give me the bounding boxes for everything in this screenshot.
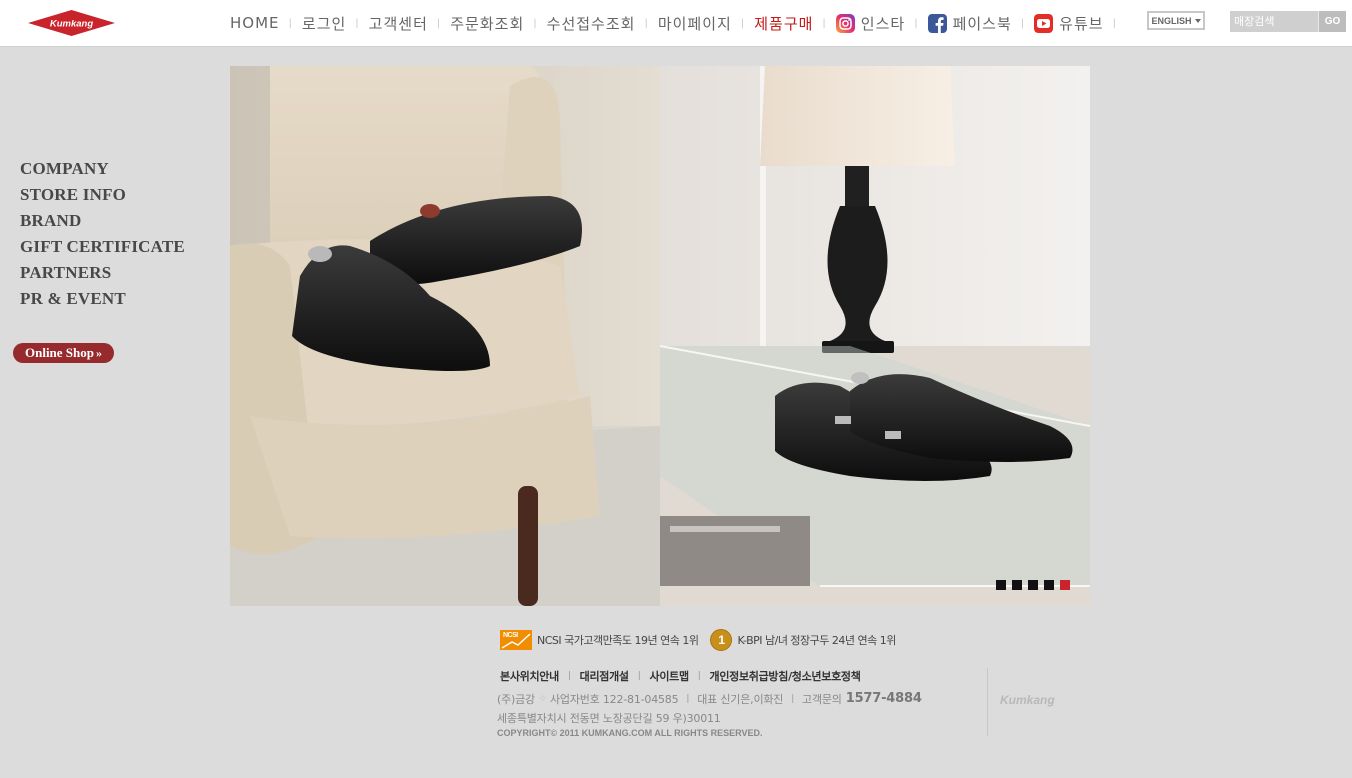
hero-slider bbox=[230, 66, 1090, 606]
slider-dot[interactable] bbox=[1044, 580, 1054, 590]
side-menu-company[interactable]: COMPANY bbox=[20, 157, 185, 183]
nav-facebook-label: 페이스북 bbox=[952, 14, 1012, 33]
nav-order-lookup[interactable]: 주문화조회 bbox=[450, 13, 524, 34]
footer-divider: | bbox=[637, 671, 641, 681]
side-menu-brand[interactable]: BRAND bbox=[20, 209, 185, 235]
double-chevron-right-icon: » bbox=[96, 345, 102, 360]
nav-youtube[interactable]: 유튜브 bbox=[1034, 13, 1103, 34]
nav-divider: | bbox=[288, 17, 293, 29]
ncsi-award-text: NCSI 국가고객만족도 19년 연속 1위 bbox=[537, 634, 699, 647]
nav-login[interactable]: 로그인 bbox=[302, 13, 346, 34]
company-info: (주)금강 ✧ 사업자번호 122-81-04585 | 대표 신기은,이화진 … bbox=[497, 689, 922, 727]
company-address: 세종특별자치시 전동면 노장공단길 59 우)30011 bbox=[497, 711, 721, 725]
side-menu-store-info[interactable]: STORE INFO bbox=[20, 183, 185, 209]
footer-divider: | bbox=[697, 671, 701, 681]
footer-link-hq-location[interactable]: 본사위치안내 bbox=[500, 668, 559, 684]
side-menu-gift-certificate[interactable]: GIFT CERTIFICATE bbox=[20, 235, 185, 261]
slider-pagination bbox=[996, 580, 1070, 590]
instagram-icon bbox=[835, 13, 855, 33]
store-search: GO bbox=[1230, 11, 1346, 32]
company-name: (주)금강 bbox=[497, 692, 535, 706]
phone-label: 고객문의 bbox=[802, 692, 842, 706]
slider-dot[interactable] bbox=[996, 580, 1006, 590]
hero-image bbox=[230, 66, 1090, 606]
footer-link-privacy-policy[interactable]: 개인정보취급방침/청소년보호정책 bbox=[710, 668, 861, 684]
ncsi-badge-icon: NCSI bbox=[500, 630, 532, 650]
nav-divider: | bbox=[644, 17, 649, 29]
kbpi-medal-icon: 1 bbox=[710, 629, 733, 651]
footer-divider-vertical bbox=[987, 668, 988, 736]
hero-right-panel bbox=[659, 66, 1090, 606]
nav-repair-lookup[interactable]: 수선접수조회 bbox=[547, 13, 636, 34]
side-menu-partners[interactable]: PARTNERS bbox=[20, 261, 185, 287]
side-menu: COMPANY STORE INFO BRAND GIFT CERTIFICAT… bbox=[20, 157, 185, 313]
info-divider: | bbox=[791, 693, 795, 704]
nav-instagram[interactable]: 인스타 bbox=[835, 13, 906, 34]
nav-divider: | bbox=[533, 17, 538, 29]
ceo-names: 대표 신기은,이화진 bbox=[697, 692, 784, 706]
nav-mypage[interactable]: 마이페이지 bbox=[658, 13, 732, 34]
slider-dot[interactable] bbox=[1028, 580, 1038, 590]
nav-divider: | bbox=[914, 17, 919, 29]
hero-left-panel bbox=[230, 66, 660, 606]
footer-divider: | bbox=[567, 671, 571, 681]
nav-home[interactable]: HOME bbox=[230, 14, 280, 32]
phone-number: 1577-4884 bbox=[845, 691, 922, 706]
copyright: COPYRIGHT© 2011 KUMKANG.COM ALL RIGHTS R… bbox=[497, 728, 763, 738]
search-go-button[interactable]: GO bbox=[1318, 11, 1346, 32]
slider-dot-active[interactable] bbox=[1060, 580, 1070, 590]
footer-links: 본사위치안내 | 대리점개설 | 사이트맵 | 개인정보취급방침/청소년보호정책 bbox=[500, 668, 861, 684]
nav-instagram-label: 인스타 bbox=[860, 14, 906, 33]
logo-text: Kumkang bbox=[50, 19, 93, 30]
facebook-icon bbox=[927, 13, 947, 33]
nav-divider: | bbox=[822, 17, 827, 29]
online-shop-label: Online Shop bbox=[24, 345, 94, 360]
language-label: ENGLISH bbox=[1151, 15, 1192, 26]
footer-link-sitemap[interactable]: 사이트맵 bbox=[650, 668, 690, 684]
awards-row: NCSI NCSI 국가고객만족도 19년 연속 1위 1 K-BPI 남/녀 … bbox=[500, 628, 896, 652]
nav-customer-center[interactable]: 고객센터 bbox=[369, 13, 428, 34]
business-number: 사업자번호 122-81-04585 bbox=[549, 692, 679, 706]
footer-link-dealership[interactable]: 대리점개설 bbox=[580, 668, 629, 684]
kbpi-award-text: K-BPI 남/녀 정장구두 24년 연속 1위 bbox=[737, 634, 896, 647]
diamond-icon: ✧ bbox=[537, 692, 547, 705]
language-select[interactable]: ENGLISH bbox=[1147, 11, 1205, 30]
nav-divider: | bbox=[1020, 17, 1026, 29]
nav-facebook[interactable]: 페이스북 bbox=[927, 13, 1012, 34]
nav-divider: | bbox=[355, 17, 360, 29]
nav-divider: | bbox=[436, 17, 442, 29]
store-search-input[interactable] bbox=[1230, 11, 1318, 32]
online-shop-button[interactable]: Online Shop» bbox=[13, 343, 114, 363]
nav-divider: | bbox=[1112, 17, 1117, 29]
footer-logo: Kumkang bbox=[1000, 693, 1055, 707]
chevron-down-icon bbox=[1194, 18, 1201, 23]
youtube-icon bbox=[1034, 13, 1054, 33]
nav-product-purchase[interactable]: 제품구매 bbox=[754, 13, 813, 34]
slider-dot[interactable] bbox=[1012, 580, 1022, 590]
top-bar: Kumkang HOME | 로그인 | 고객센터 | 주문화조회 | 수선접수… bbox=[0, 0, 1352, 47]
info-divider: | bbox=[686, 693, 690, 704]
side-menu-pr-event[interactable]: PR & EVENT bbox=[20, 287, 185, 313]
main-nav: HOME | 로그인 | 고객센터 | 주문화조회 | 수선접수조회 | 마이페… bbox=[230, 12, 1126, 34]
nav-divider: | bbox=[740, 17, 746, 29]
nav-youtube-label: 유튜브 bbox=[1059, 14, 1104, 33]
kumkang-logo[interactable]: Kumkang bbox=[27, 9, 116, 37]
